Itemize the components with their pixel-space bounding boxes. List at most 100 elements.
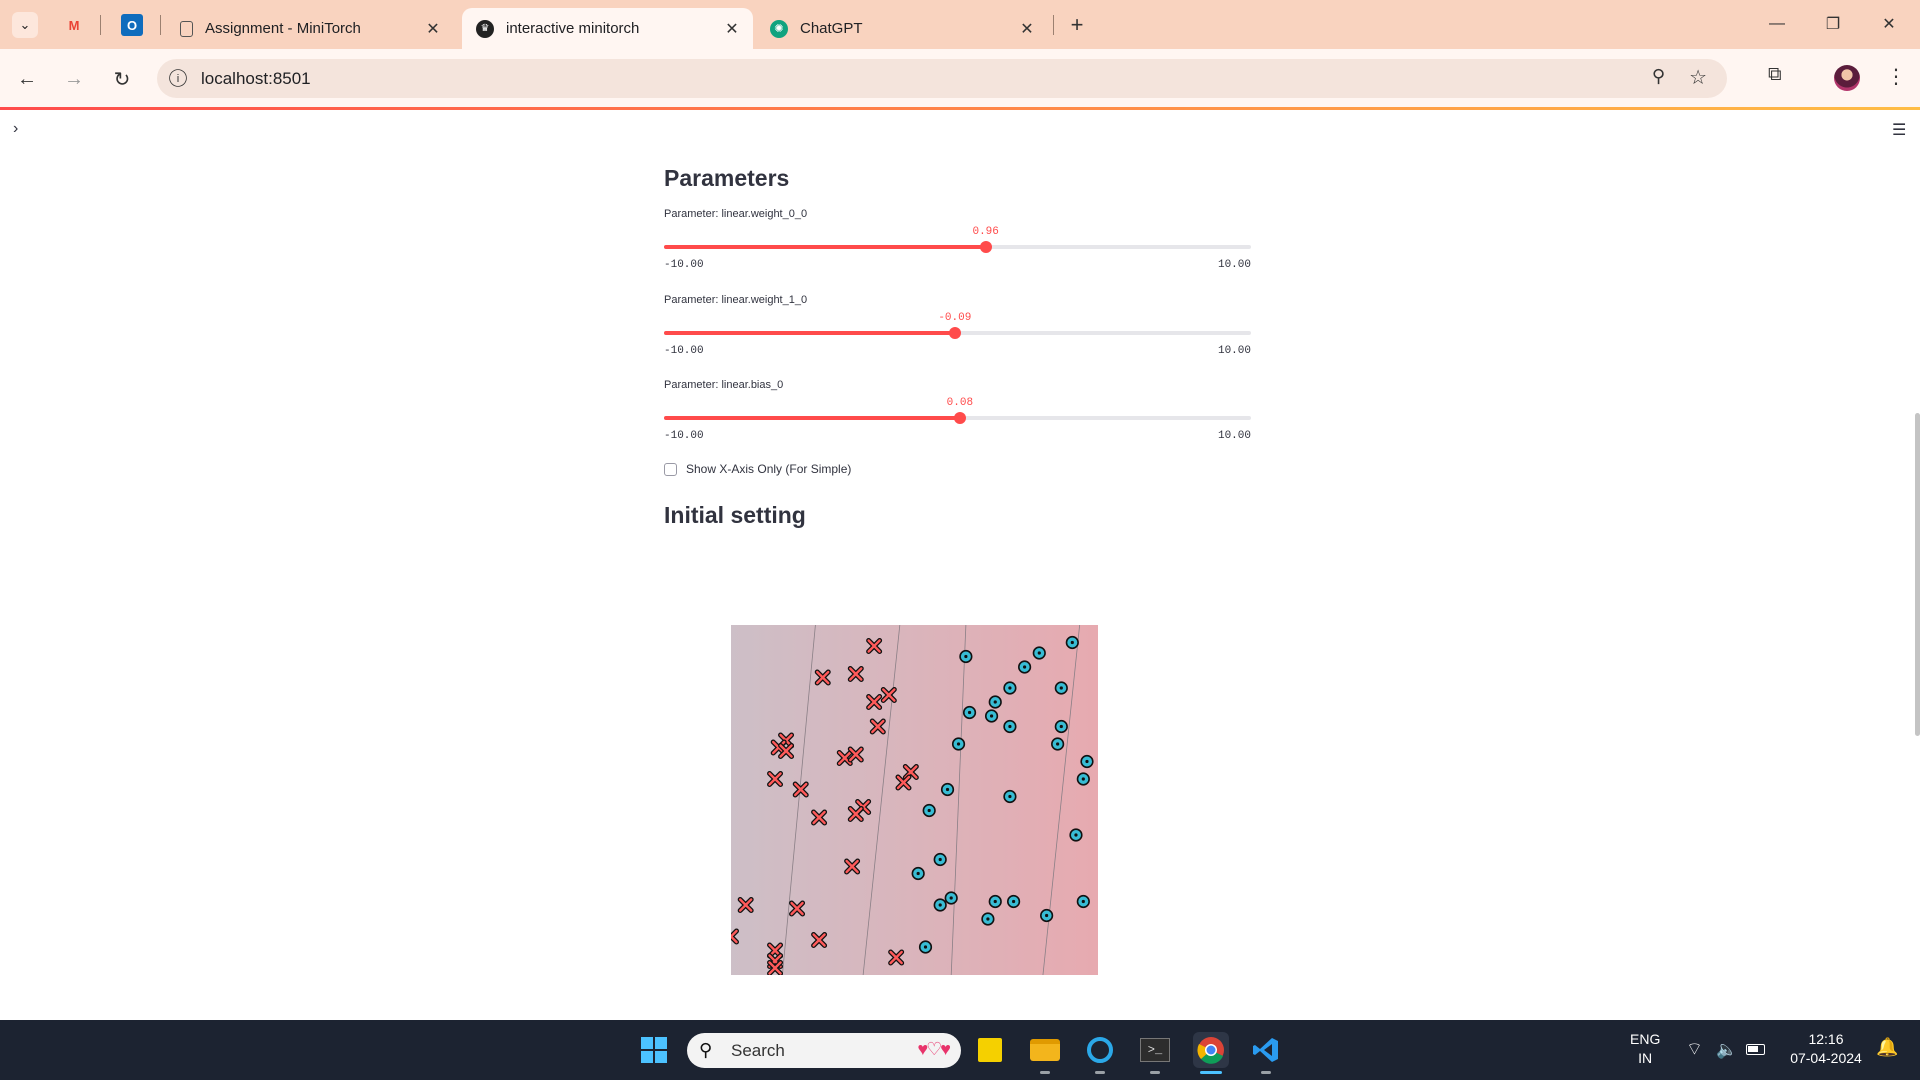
parameters-heading: Parameters — [664, 165, 790, 191]
plot-background — [731, 625, 1098, 975]
tab-title: interactive minitorch — [506, 20, 640, 37]
slider-min: -10.00 — [664, 259, 704, 271]
class-o-point — [918, 940, 933, 954]
slider-max: 10.00 — [1217, 430, 1251, 442]
tab-assignment-minitorch[interactable]: Assignment - MiniTorch ✕ — [166, 8, 454, 49]
windows-start-icon[interactable] — [636, 1032, 672, 1068]
class-o-point — [933, 898, 947, 912]
wifi-icon[interactable]: ⌔ — [1686, 1040, 1703, 1059]
main-menu-icon[interactable]: ☰ — [1892, 120, 1906, 140]
slider-bias-0[interactable]: Parameter: linear.bias_0 0.08 -10.00 10.… — [664, 379, 1251, 449]
language-indicator[interactable]: ENG IN — [1630, 1030, 1660, 1068]
class-o-point — [922, 803, 936, 818]
sticky-notes-icon[interactable] — [972, 1032, 1008, 1068]
slider-fill — [664, 245, 986, 249]
class-o-point — [988, 894, 1002, 909]
volume-icon[interactable]: 🔈 — [1716, 1040, 1737, 1059]
slider-thumb[interactable] — [979, 241, 992, 253]
battery-icon[interactable] — [1746, 1044, 1765, 1055]
url-text: localhost:8501 — [201, 69, 311, 88]
close-tab-icon[interactable]: ✕ — [422, 18, 444, 40]
notification-bell-icon[interactable]: 🔔 — [1876, 1038, 1898, 1057]
slider-weight-0-0[interactable]: Parameter: linear.weight_0_0 0.96 -10.00… — [664, 208, 1251, 278]
search-placeholder: Search — [731, 1041, 785, 1060]
tab-chatgpt[interactable]: ✺ ChatGPT ✕ — [756, 8, 1048, 49]
new-tab-button[interactable]: + — [1064, 12, 1090, 38]
tab-separator — [160, 15, 161, 35]
terminal-icon[interactable]: >_ — [1137, 1032, 1173, 1068]
slider-min: -10.00 — [664, 430, 704, 442]
tab-separator — [1053, 15, 1054, 35]
language-code: ENG — [1630, 1031, 1661, 1047]
active-indicator — [1200, 1071, 1222, 1074]
slider-label: Parameter: linear.weight_1_0 — [664, 294, 808, 306]
class-o-point — [1040, 908, 1054, 923]
class-o-point — [959, 649, 973, 664]
cortana-icon[interactable] — [1082, 1032, 1118, 1068]
browser-menu-icon[interactable]: ⋮ — [1886, 64, 1906, 89]
chrome-taskbar-icon[interactable] — [1193, 1032, 1229, 1068]
profile-avatar[interactable] — [1834, 65, 1860, 91]
class-o-point — [1069, 828, 1083, 842]
slider-value: 0.96 — [972, 226, 999, 238]
tab-title: Assignment - MiniTorch — [205, 20, 361, 37]
clock[interactable]: 12:16 07-04-2024 — [1786, 1030, 1866, 1068]
chatgpt-icon: ✺ — [770, 19, 788, 38]
site-info-icon[interactable]: i — [169, 69, 187, 87]
close-tab-icon[interactable]: ✕ — [1016, 18, 1038, 40]
slider-fill — [664, 331, 955, 335]
gmail-pinned-tab-icon[interactable]: M — [63, 14, 85, 36]
browser-toolbar: ← → ↻ i localhost:8501 ⚲ ☆ — [0, 49, 1920, 108]
class-o-point — [962, 705, 977, 720]
sidebar-expand-chevron-icon[interactable]: › — [13, 120, 18, 138]
slider-weight-1-0[interactable]: Parameter: linear.weight_1_0 -0.09 -10.0… — [664, 294, 1251, 364]
search-icon: ⚲ — [699, 1040, 713, 1060]
class-o-point — [940, 782, 955, 797]
tab-search-button[interactable]: ⌄ — [12, 12, 38, 38]
slider-value: 0.08 — [946, 397, 974, 409]
vscode-icon[interactable] — [1248, 1032, 1284, 1068]
slider-track[interactable] — [664, 327, 1251, 339]
extensions-puzzle-icon[interactable]: ⧉ — [1768, 64, 1782, 86]
slider-track[interactable] — [664, 412, 1251, 424]
show-x-axis-checkbox-row[interactable]: Show X-Axis Only (For Simple) — [664, 462, 851, 476]
zoom-icon[interactable]: ⚲ — [1652, 66, 1665, 87]
class-o-point — [981, 912, 995, 926]
class-o-point — [951, 737, 966, 751]
streamlit-crown-icon: ♛ — [476, 19, 494, 38]
slider-max: 10.00 — [1217, 345, 1251, 357]
tab-title: ChatGPT — [800, 20, 863, 37]
page-scrollbar[interactable] — [1915, 413, 1920, 736]
close-window-button[interactable]: ✕ — [1866, 8, 1912, 40]
outlook-pinned-tab-icon[interactable]: O — [121, 14, 143, 36]
checkbox-label: Show X-Axis Only (For Simple) — [686, 462, 852, 476]
tab-separator — [100, 15, 101, 35]
file-explorer-icon[interactable] — [1027, 1032, 1063, 1068]
forward-button[interactable]: → — [58, 63, 90, 95]
class-o-point — [1080, 754, 1094, 769]
reload-button[interactable]: ↻ — [106, 63, 138, 95]
class-o-point — [1006, 894, 1021, 909]
class-o-point — [984, 709, 999, 723]
show-x-axis-checkbox[interactable] — [664, 462, 677, 476]
slider-track[interactable] — [664, 241, 1251, 253]
class-o-point — [911, 866, 925, 881]
restore-button[interactable]: ❐ — [1810, 8, 1856, 40]
class-o-point — [933, 852, 947, 867]
streamlit-header-decoration — [0, 107, 1920, 110]
running-indicator — [1150, 1071, 1160, 1074]
class-o-point — [1076, 772, 1090, 786]
document-icon — [180, 20, 193, 37]
tab-interactive-minitorch[interactable]: ♛ interactive minitorch ✕ — [462, 8, 753, 49]
address-bar[interactable]: i localhost:8501 ⚲ ☆ — [157, 59, 1727, 98]
class-o-point — [944, 891, 958, 905]
taskbar-search-box[interactable]: ⚲ Search ♥♡♥ — [687, 1033, 961, 1068]
bookmark-star-icon[interactable]: ☆ — [1689, 65, 1707, 90]
slider-thumb[interactable] — [953, 412, 966, 424]
back-button[interactable]: ← — [11, 63, 43, 95]
close-tab-icon[interactable]: ✕ — [721, 18, 743, 40]
slider-value: -0.09 — [938, 312, 972, 324]
slider-thumb[interactable] — [948, 327, 961, 339]
minimize-button[interactable]: — — [1754, 8, 1800, 40]
slider-fill — [664, 416, 960, 420]
